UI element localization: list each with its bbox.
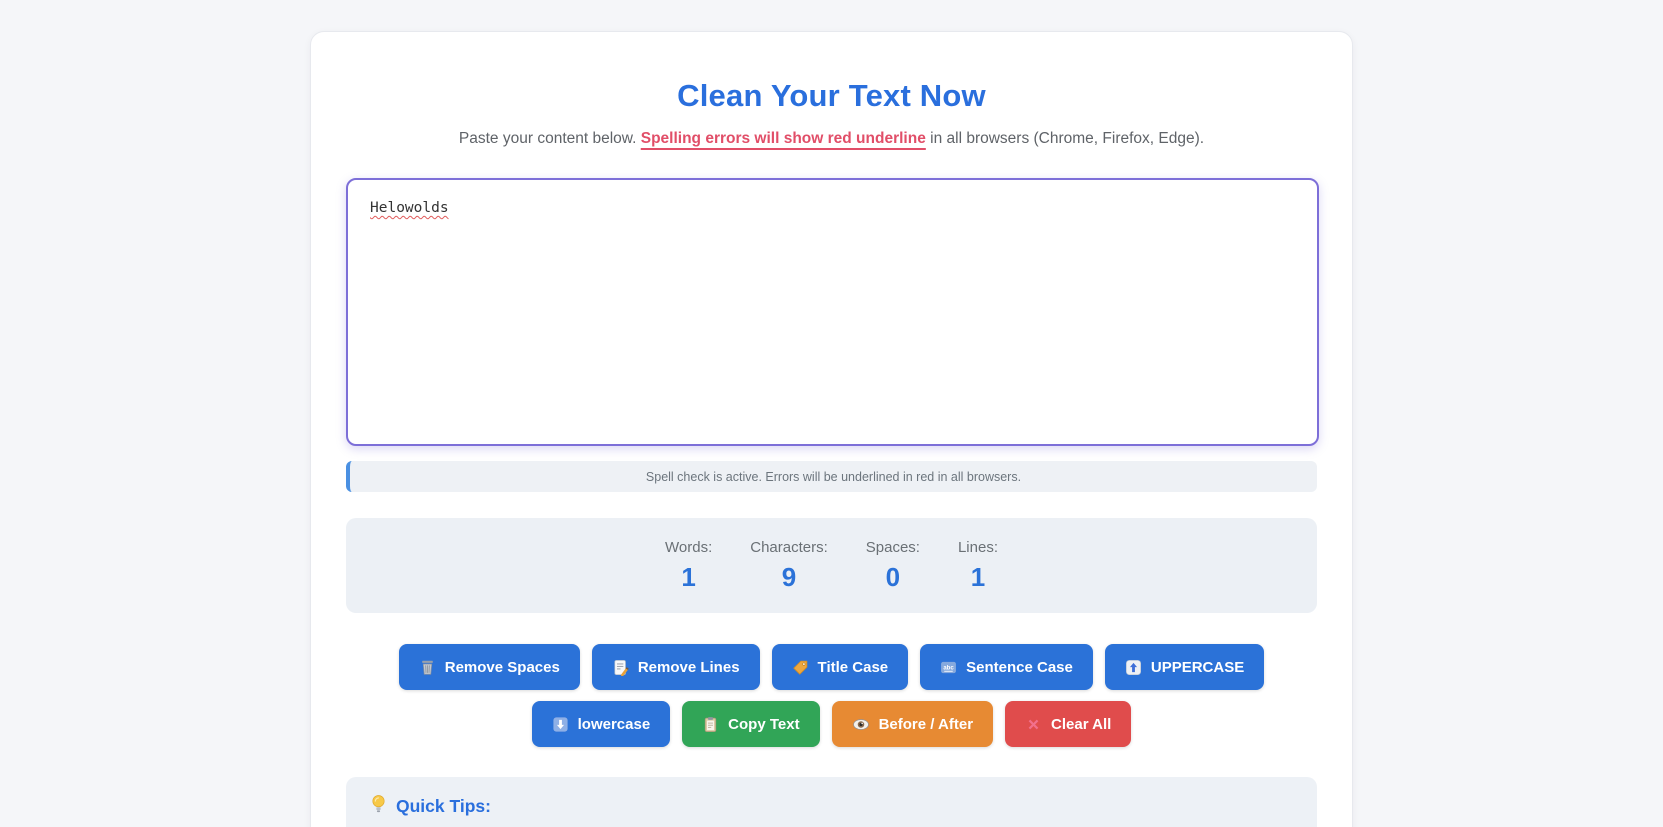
button-row-2: lowercase Copy Text Before / After Clear…	[346, 701, 1317, 747]
lightbulb-icon	[370, 794, 387, 819]
main-card: Clean Your Text Now Paste your content b…	[310, 31, 1353, 827]
remove-spaces-button[interactable]: Remove Spaces	[398, 644, 580, 690]
uppercase-button[interactable]: UPPERCASE	[1104, 644, 1265, 690]
spellcheck-notice-text: Spell check is active. Errors will be un…	[645, 469, 1022, 484]
stat-words-label: Words:	[665, 538, 713, 556]
stats-panel: Words: 1 Characters: 9 Spaces: 0 Lines: …	[346, 518, 1317, 613]
up-arrow-icon	[1125, 659, 1142, 676]
title-case-button[interactable]: Title Case	[771, 644, 909, 690]
copy-text-label: Copy Text	[728, 715, 800, 733]
stat-spaces: Spaces: 0	[862, 539, 924, 593]
trash-icon	[419, 659, 436, 676]
quick-tips-heading: Quick Tips:	[370, 794, 1293, 819]
text-input[interactable]: Helowolds	[346, 178, 1319, 446]
text-input-value: Helowolds	[370, 200, 449, 216]
page-subtitle: Paste your content below. Spelling error…	[346, 130, 1317, 148]
eye-icon	[852, 716, 870, 733]
copy-text-button[interactable]: Copy Text	[682, 701, 820, 747]
stat-lines-value: 1	[970, 561, 986, 592]
before-after-button[interactable]: Before / After	[831, 701, 994, 747]
stat-characters-value: 9	[781, 561, 797, 592]
stat-lines-label: Lines:	[957, 538, 998, 556]
remove-spaces-label: Remove Spaces	[444, 658, 560, 676]
stat-lines: Lines: 1	[954, 539, 1002, 593]
stat-characters: Characters: 9	[746, 539, 832, 593]
clear-all-button[interactable]: Clear All	[1005, 701, 1132, 747]
sentence-case-label: Sentence Case	[966, 658, 1073, 676]
stat-spaces-value: 0	[885, 561, 901, 592]
stat-characters-label: Characters:	[750, 538, 828, 556]
subtitle-prefix: Paste your content below.	[458, 130, 641, 147]
abc-icon: abc	[940, 659, 957, 676]
quick-tips-panel: Quick Tips:	[346, 777, 1317, 827]
stat-spaces-label: Spaces:	[865, 538, 920, 556]
down-arrow-icon	[552, 716, 569, 733]
title-case-label: Title Case	[817, 658, 889, 676]
sentence-case-button[interactable]: abc Sentence Case	[920, 644, 1093, 690]
uppercase-label: UPPERCASE	[1150, 658, 1245, 676]
tag-icon	[792, 659, 809, 676]
spellcheck-notice: Spell check is active. Errors will be un…	[346, 461, 1317, 492]
button-row-1: Remove Spaces Remove Lines Title Case ab…	[346, 644, 1317, 690]
quick-tips-title: Quick Tips:	[396, 796, 491, 816]
subtitle-suffix: in all browsers (Chrome, Firefox, Edge).	[925, 130, 1205, 147]
remove-lines-label: Remove Lines	[637, 658, 740, 676]
page-title: Clean Your Text Now	[677, 78, 986, 113]
remove-lines-button[interactable]: Remove Lines	[591, 644, 760, 690]
clear-all-label: Clear All	[1051, 715, 1112, 733]
subtitle-highlight: Spelling errors will show red underline	[640, 130, 926, 147]
before-after-label: Before / After	[878, 715, 974, 733]
stat-words-value: 1	[681, 561, 696, 592]
memo-icon	[612, 659, 629, 676]
stat-words: Words: 1	[661, 539, 716, 593]
lowercase-label: lowercase	[577, 715, 651, 733]
svg-text:abc: abc	[943, 665, 954, 671]
clipboard-icon	[702, 716, 719, 733]
x-icon	[1025, 716, 1042, 733]
lowercase-button[interactable]: lowercase	[531, 701, 671, 747]
